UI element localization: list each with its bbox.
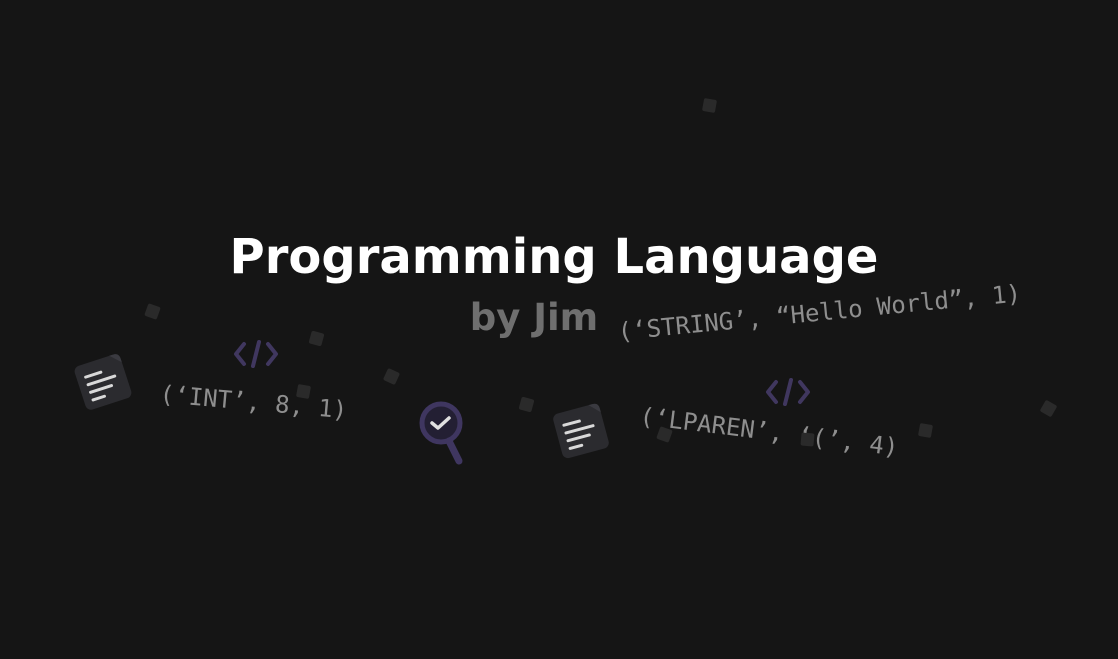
hero-banner: Programming Language by Jim (‘INT’, 8, 1… — [0, 0, 1118, 659]
code-icon — [234, 340, 278, 368]
decor-square — [917, 422, 934, 439]
page-title: Programming Language — [229, 229, 879, 285]
decor-square — [518, 396, 535, 413]
document-icon — [74, 354, 132, 410]
token-int: (‘INT’, 8, 1) — [158, 380, 349, 425]
decor-square — [382, 367, 401, 386]
token-lparen: (‘LPAREN’, ‘(’, 4) — [638, 402, 900, 462]
decor-square — [701, 97, 718, 114]
decor-square — [1039, 399, 1058, 418]
magnifier-check-icon — [419, 401, 463, 465]
document-icon — [553, 403, 609, 459]
code-icon — [766, 378, 810, 406]
